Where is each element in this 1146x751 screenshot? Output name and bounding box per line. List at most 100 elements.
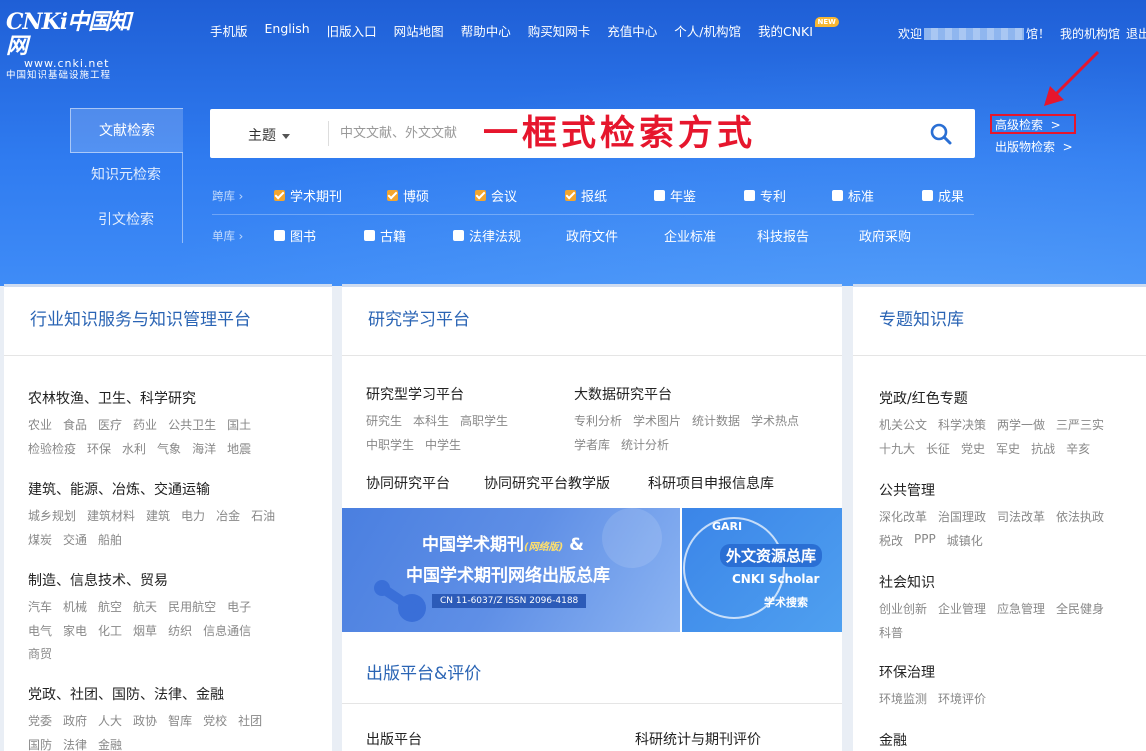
tag-link[interactable]: 电气 xyxy=(28,622,52,639)
cb-patent[interactable]: 专利 xyxy=(744,186,832,205)
tag-link[interactable]: 科普 xyxy=(879,624,903,641)
card-title[interactable]: 行业知识服务与知识管理平台 xyxy=(4,287,332,356)
tag-link[interactable]: 信息通信 xyxy=(203,622,251,639)
publishing-section-title[interactable]: 出版平台&评价 xyxy=(366,659,481,684)
tag-link[interactable]: 环境监测 xyxy=(879,690,927,707)
promo-banner[interactable]: 中国学术期刊(网络版) & 中国学术期刊网络出版总库 CN 11-6037/Z … xyxy=(342,508,842,632)
tag-link[interactable]: 国防 xyxy=(28,736,52,751)
cb-achievement[interactable]: 成果 xyxy=(922,186,964,205)
link-enterprise-standards[interactable]: 企业标准 xyxy=(664,226,757,245)
tab-citation-search[interactable]: 引文检索 xyxy=(70,198,183,243)
tag-link[interactable]: 研究生 xyxy=(366,412,402,429)
tag-link[interactable]: 航天 xyxy=(133,598,157,615)
search-icon[interactable] xyxy=(928,121,954,147)
tag-link[interactable]: 交通 xyxy=(63,531,87,548)
search-input[interactable] xyxy=(340,119,900,148)
tag-link[interactable]: 金融 xyxy=(98,736,122,751)
cb-yearbook[interactable]: 年鉴 xyxy=(654,186,744,205)
cb-books[interactable]: 图书 xyxy=(274,226,364,245)
tag-link[interactable]: 统计分析 xyxy=(621,436,669,453)
collab-teaching-link[interactable]: 协同研究平台教学版 xyxy=(484,473,610,493)
tag-link[interactable]: 创业创新 xyxy=(879,600,927,617)
cb-journal[interactable]: 学术期刊 xyxy=(274,186,387,205)
tag-link[interactable]: 城乡规划 xyxy=(28,507,76,524)
advanced-search-link[interactable]: 高级检索 > xyxy=(990,114,1076,134)
tag-link[interactable]: 公共卫生 xyxy=(168,416,216,433)
category-title[interactable]: 公共管理 xyxy=(879,480,935,500)
tag-link[interactable]: 环境评价 xyxy=(938,690,986,707)
category-title[interactable]: 制造、信息技术、贸易 xyxy=(28,570,168,590)
tag-link[interactable]: 商贸 xyxy=(28,645,52,662)
tag-link[interactable]: 党委 xyxy=(28,712,52,729)
tag-link[interactable]: 深化改革 xyxy=(879,508,927,525)
tag-link[interactable]: 学者库 xyxy=(574,436,610,453)
link-gov-procurement[interactable]: 政府采购 xyxy=(859,226,911,245)
tag-link[interactable]: 三严三实 xyxy=(1056,416,1104,433)
tag-link[interactable]: 航空 xyxy=(98,598,122,615)
publishing-platform-link[interactable]: 出版平台 xyxy=(366,729,422,749)
tag-link[interactable]: 两学一做 xyxy=(997,416,1045,433)
tag-link[interactable]: 船舶 xyxy=(98,531,122,548)
journal-evaluation-link[interactable]: 科研统计与期刊评价 xyxy=(635,729,761,749)
nav-mobile[interactable]: 手机版 xyxy=(210,21,248,39)
tag-link[interactable]: 烟草 xyxy=(133,622,157,639)
nav-recharge[interactable]: 充值中心 xyxy=(607,21,657,39)
tag-link[interactable]: 智库 xyxy=(168,712,192,729)
tag-link[interactable]: 党史 xyxy=(961,440,985,457)
tag-link[interactable]: 科学决策 xyxy=(938,416,986,433)
tag-link[interactable]: 环保 xyxy=(87,440,111,457)
category-title[interactable]: 党政/红色专题 xyxy=(879,388,968,408)
nav-buy-card[interactable]: 购买知网卡 xyxy=(528,21,591,39)
nav-sitemap[interactable]: 网站地图 xyxy=(394,21,444,39)
cb-thesis[interactable]: 博硕 xyxy=(387,186,475,205)
tab-literature-search[interactable]: 文献检索 xyxy=(70,108,183,153)
tag-link[interactable]: 学术热点 xyxy=(751,412,799,429)
category-title[interactable]: 环保治理 xyxy=(879,662,935,682)
tag-link[interactable]: 中学生 xyxy=(425,436,461,453)
category-title[interactable]: 金融 xyxy=(879,730,907,750)
foreign-resource-banner[interactable]: GARI 外文资源总库 CNKI Scholar 学术搜索 xyxy=(682,508,842,632)
tag-link[interactable]: 税改 xyxy=(879,532,903,549)
tag-link[interactable]: 政府 xyxy=(63,712,87,729)
tag-link[interactable]: 治国理政 xyxy=(938,508,986,525)
tag-link[interactable]: 电子 xyxy=(227,598,251,615)
tag-link[interactable]: 长征 xyxy=(926,440,950,457)
tab-knowledge-search[interactable]: 知识元检索 xyxy=(70,153,183,198)
tag-link[interactable]: 企业管理 xyxy=(938,600,986,617)
logout-link[interactable]: 退出 xyxy=(1126,25,1146,42)
cb-newspaper[interactable]: 报纸 xyxy=(565,186,654,205)
link-tech-reports[interactable]: 科技报告 xyxy=(757,226,859,245)
tag-link[interactable]: 全民健身 xyxy=(1056,600,1104,617)
tag-link[interactable]: 社团 xyxy=(238,712,262,729)
tag-link[interactable]: 抗战 xyxy=(1031,440,1055,457)
tag-link[interactable]: 建筑材料 xyxy=(87,507,135,524)
project-info-link[interactable]: 科研项目申报信息库 xyxy=(648,473,774,493)
nav-my-cnki[interactable]: 我的CNKI NEW xyxy=(758,17,839,39)
nav-help[interactable]: 帮助中心 xyxy=(461,21,511,39)
tag-link[interactable]: PPP xyxy=(914,532,936,549)
tag-link[interactable]: 国土 xyxy=(227,416,251,433)
category-title[interactable]: 大数据研究平台 xyxy=(574,384,672,404)
tag-link[interactable]: 纺织 xyxy=(168,622,192,639)
tag-link[interactable]: 家电 xyxy=(63,622,87,639)
tag-link[interactable]: 本科生 xyxy=(413,412,449,429)
tag-link[interactable]: 中职学生 xyxy=(366,436,414,453)
tag-link[interactable]: 政协 xyxy=(133,712,157,729)
tag-link[interactable]: 气象 xyxy=(157,440,181,457)
tag-link[interactable]: 海洋 xyxy=(192,440,216,457)
tag-link[interactable]: 农业 xyxy=(28,416,52,433)
category-title[interactable]: 建筑、能源、冶炼、交通运输 xyxy=(28,479,210,499)
tag-link[interactable]: 药业 xyxy=(133,416,157,433)
tag-link[interactable]: 高职学生 xyxy=(460,412,508,429)
link-gov-docs[interactable]: 政府文件 xyxy=(566,226,664,245)
tag-link[interactable]: 辛亥 xyxy=(1066,440,1090,457)
tag-link[interactable]: 学术图片 xyxy=(633,412,681,429)
tag-link[interactable]: 煤炭 xyxy=(28,531,52,548)
cnki-logo[interactable]: CNKi中国知网 www.cnki.net 中国知识基础设施工程 xyxy=(6,10,146,81)
tag-link[interactable]: 军史 xyxy=(996,440,1020,457)
tag-link[interactable]: 检验检疫 xyxy=(28,440,76,457)
tag-link[interactable]: 电力 xyxy=(181,507,205,524)
card-title[interactable]: 专题知识库 xyxy=(853,287,1146,356)
nav-old-version[interactable]: 旧版入口 xyxy=(327,21,377,39)
cb-laws[interactable]: 法律法规 xyxy=(453,226,566,245)
